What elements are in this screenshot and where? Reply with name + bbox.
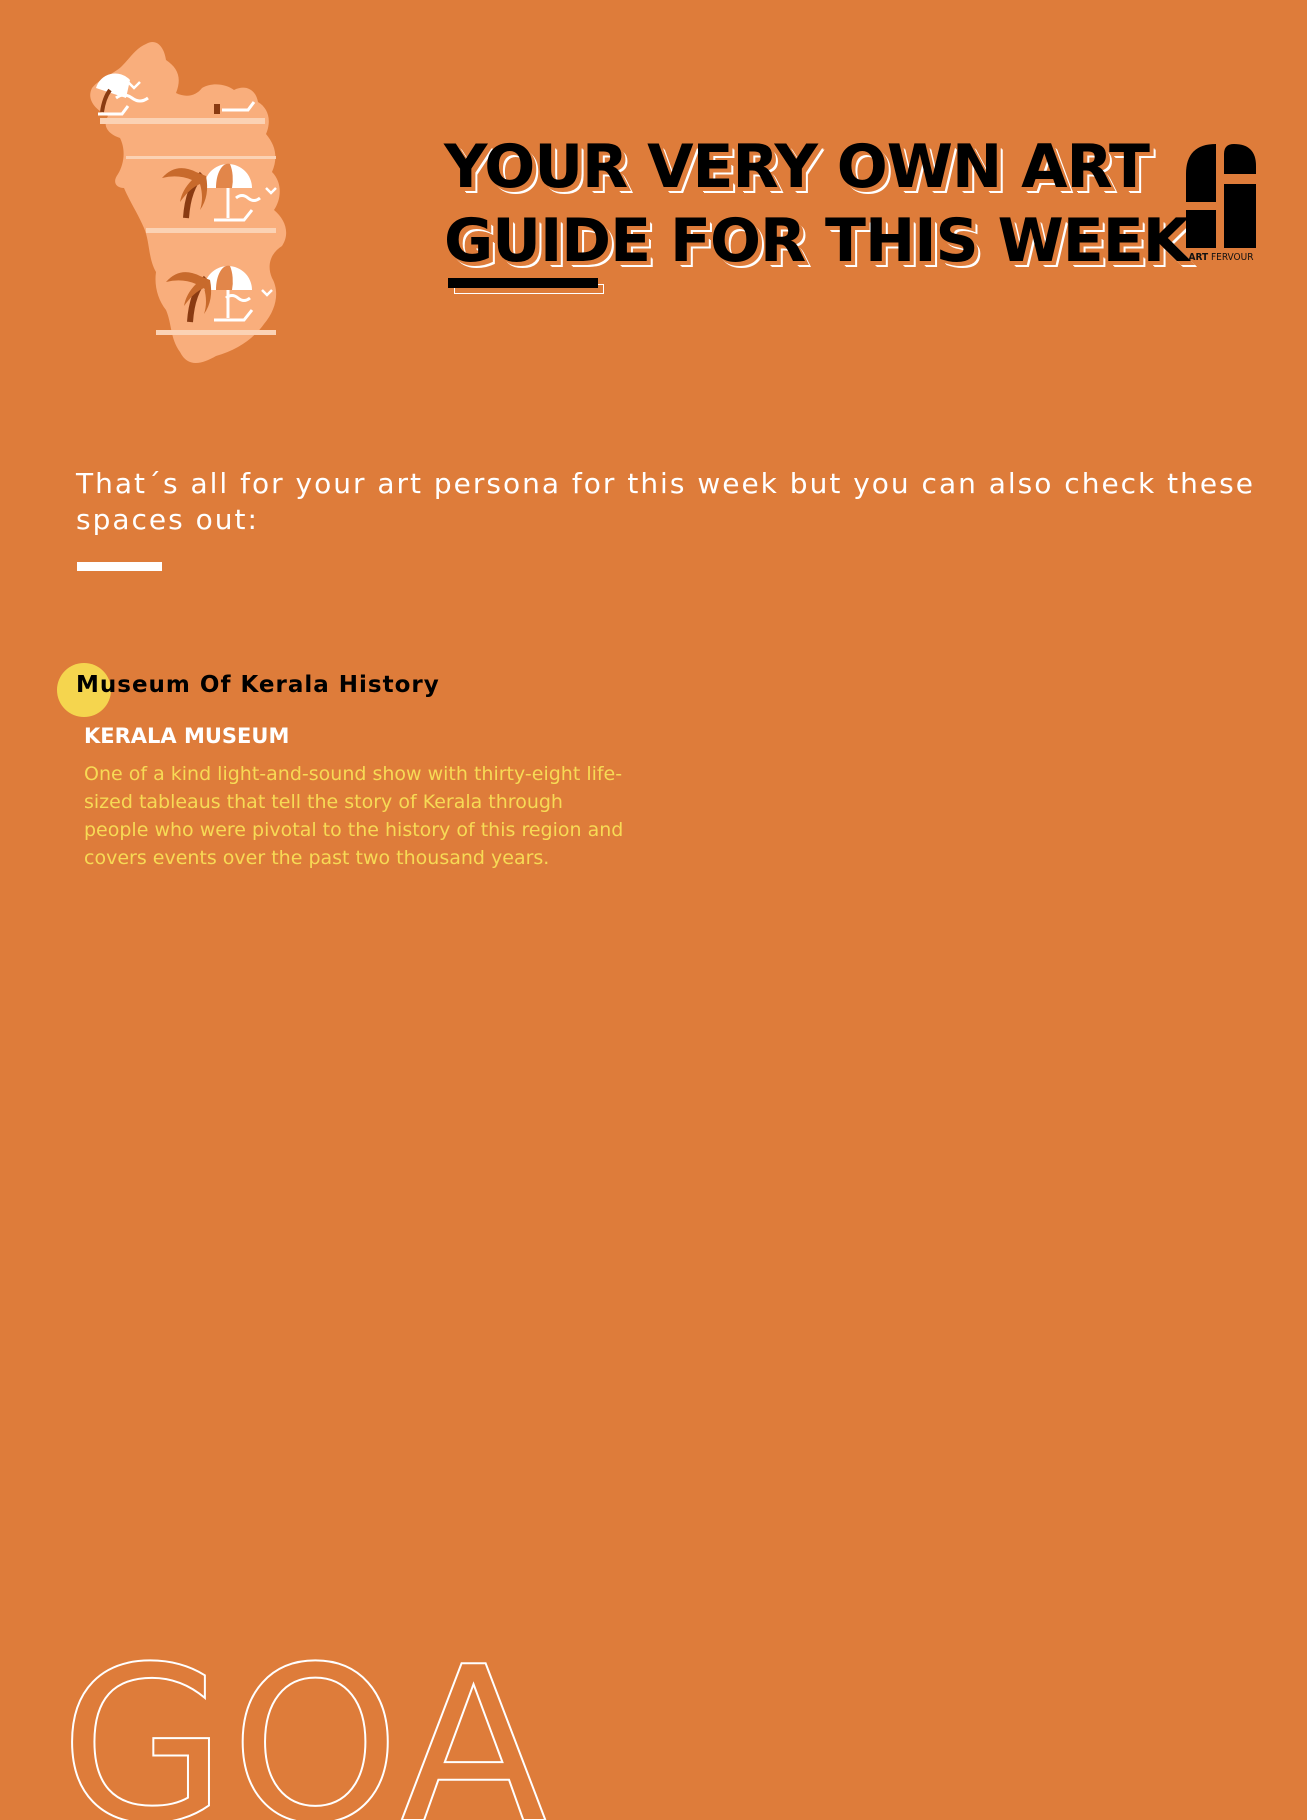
headline-line-1: YOUR VERY OWN ART	[444, 132, 1150, 202]
goa-map-illustration	[90, 41, 287, 364]
region-word-outline: GOA	[60, 1620, 551, 1820]
brand-name-bold: ART	[1188, 252, 1209, 263]
headline-underline	[448, 278, 598, 288]
brand-name-regular: FERVOUR	[1210, 252, 1254, 263]
headline-line-2: GUIDE FOR THIS WEEK	[444, 206, 1189, 276]
venue-location: KERALA MUSEUM	[84, 724, 290, 748]
venue-description: One of a kind light-and-sound show with …	[84, 763, 624, 869]
venue-title: Museum Of Kerala History	[76, 672, 440, 698]
intro-text: That´s all for your art persona for this…	[76, 467, 1255, 536]
brand-name: ART FERVOUR	[1186, 252, 1256, 263]
page-headline: YOUR VERY OWN ART GUIDE FOR THIS WEEK	[444, 130, 1189, 278]
intro-divider	[77, 562, 162, 571]
region-word-text: GOA	[60, 1620, 551, 1820]
art-fervour-logo-icon	[1186, 144, 1256, 248]
art-fervour-logo: ART FERVOUR	[1186, 144, 1256, 269]
